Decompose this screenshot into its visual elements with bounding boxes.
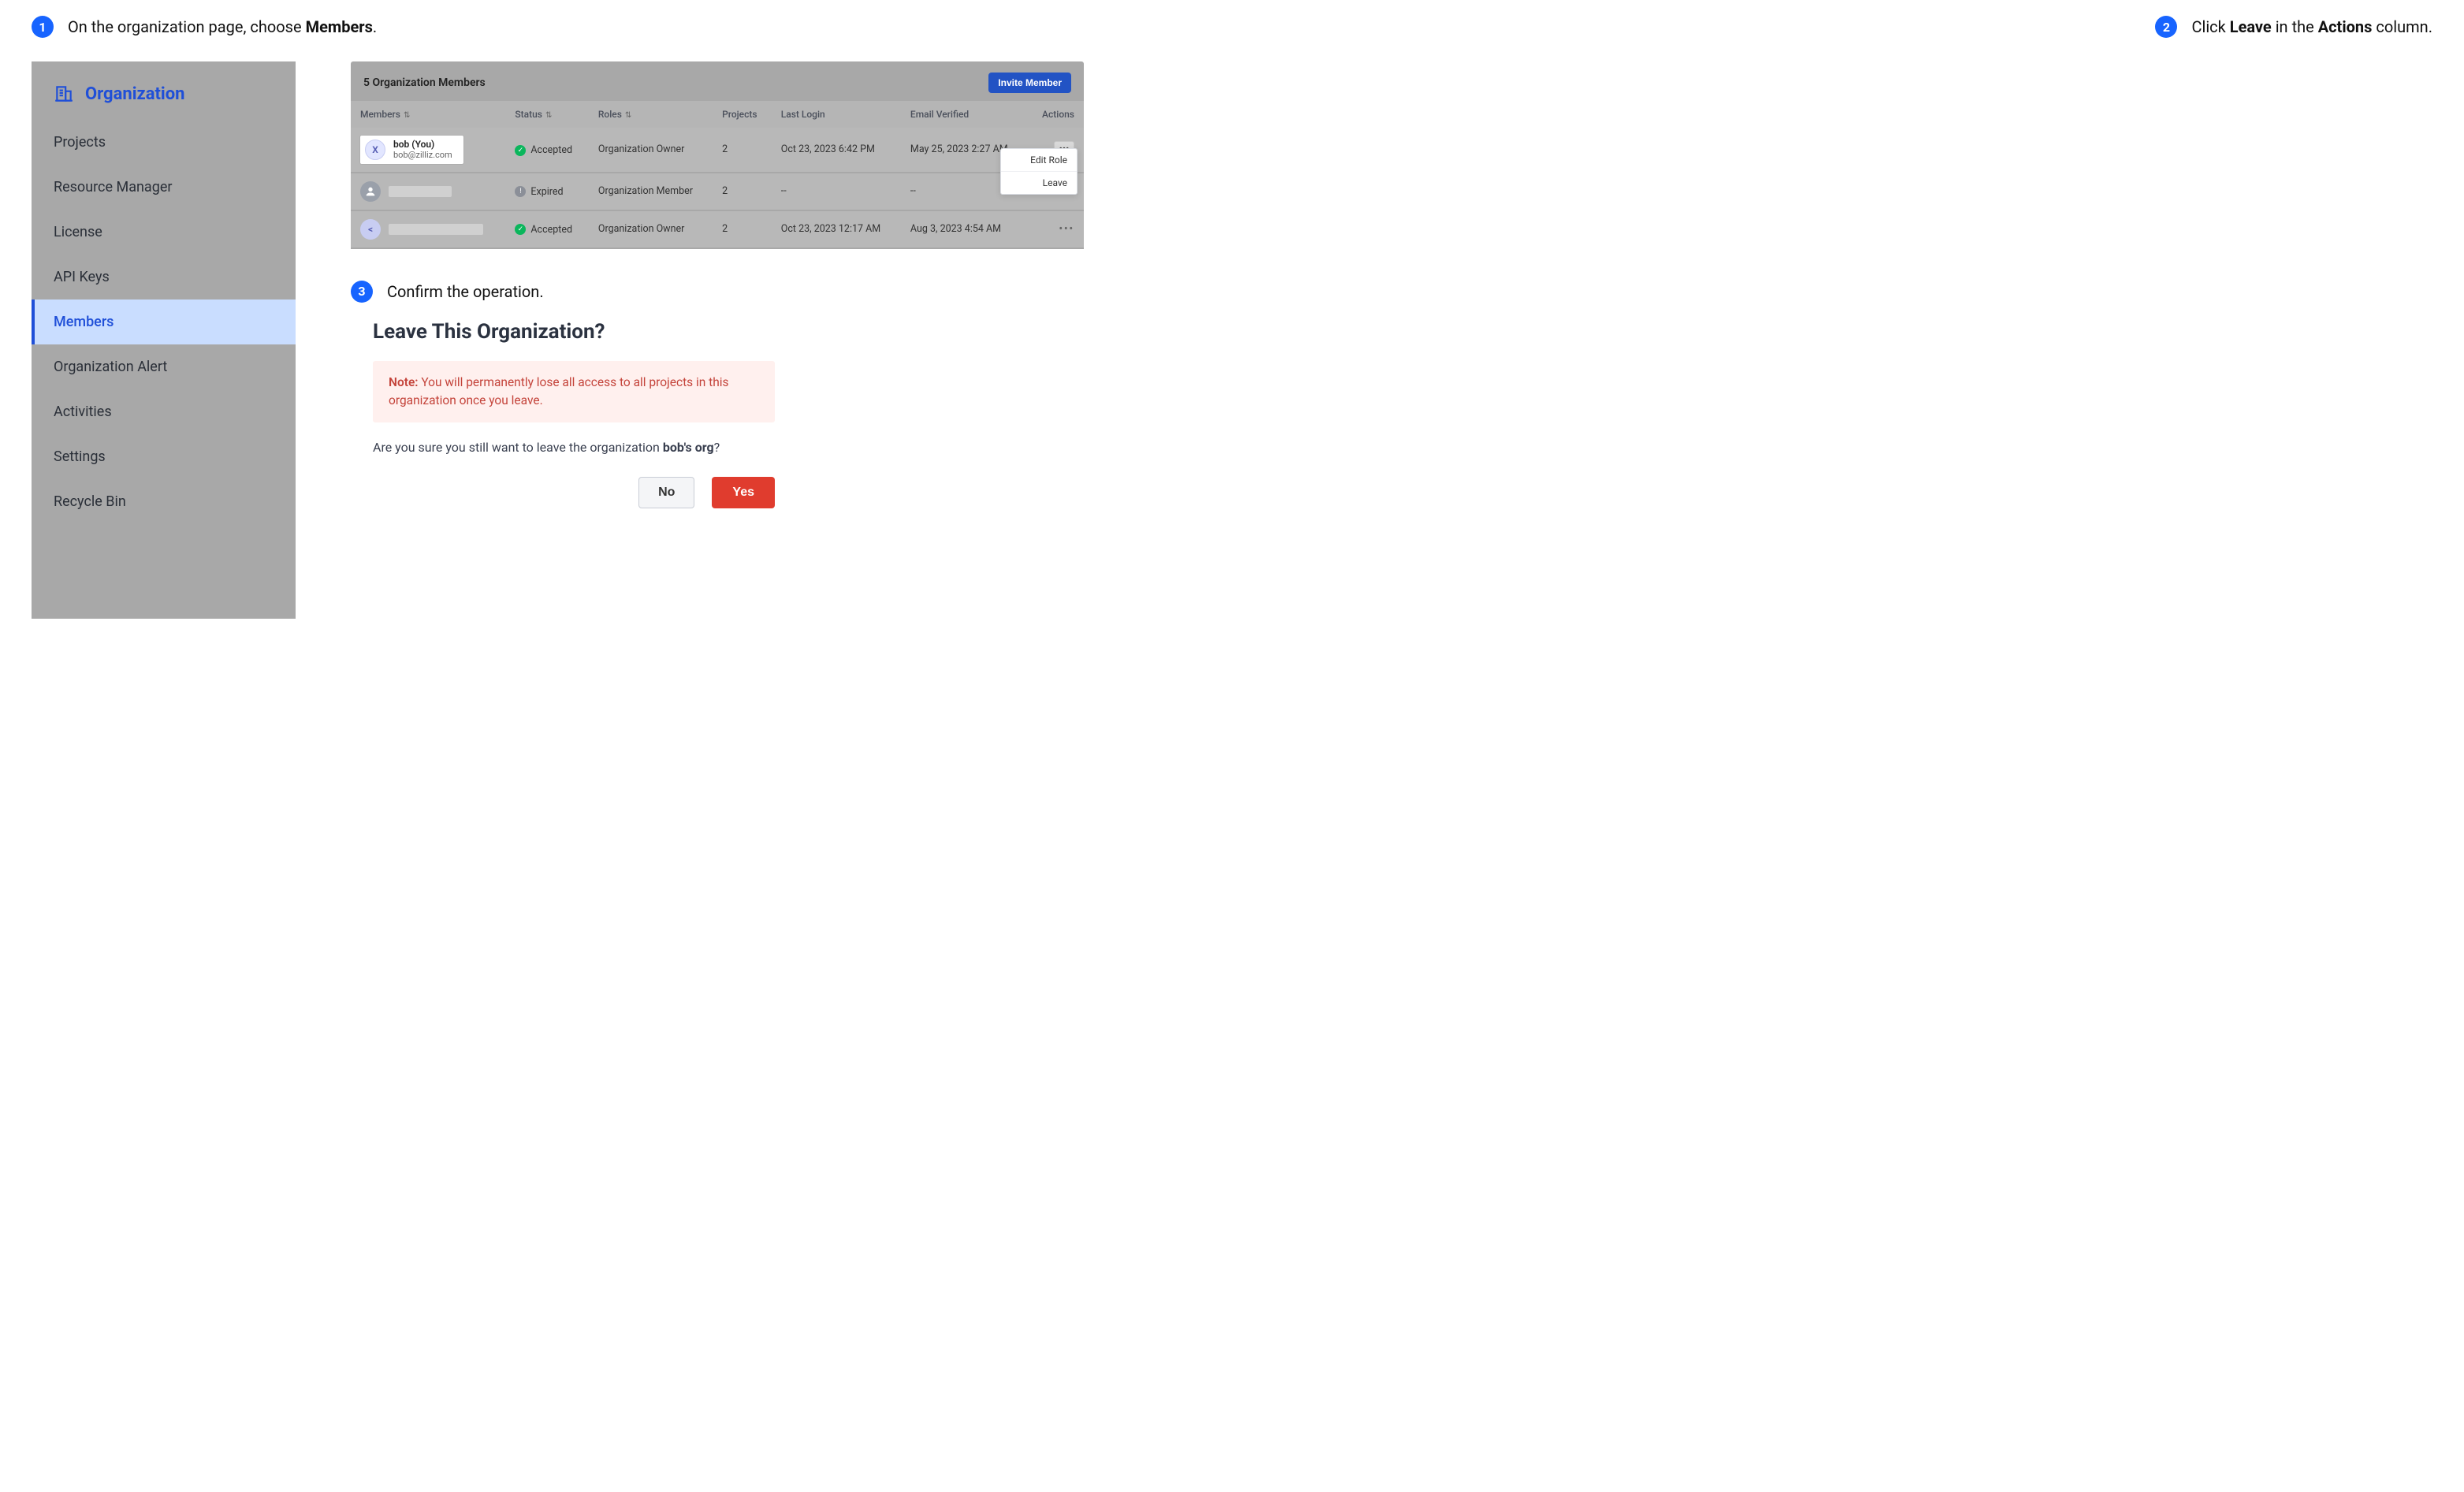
sort-icon: ⇅ xyxy=(404,111,410,120)
sidebar-header: Organization xyxy=(32,61,296,120)
step2-bold1: Leave xyxy=(2230,17,2272,36)
status-badge: ✓ Accepted xyxy=(515,144,572,156)
step2-bold2: Actions xyxy=(2318,17,2373,36)
leave-item[interactable]: Leave xyxy=(1001,172,1077,194)
avatar: X xyxy=(365,140,385,160)
members-panel: 5 Organization Members Invite Member Mem… xyxy=(351,61,1084,249)
step2-pre: Click xyxy=(2191,17,2229,36)
sidebar-item-activities[interactable]: Activities xyxy=(32,389,296,434)
col-email-verified[interactable]: Email Verified xyxy=(901,101,1028,128)
status-badge: ✓ Accepted xyxy=(515,224,572,236)
table-row: X bob (You) bob@zilliz.com ✓ Accepted xyxy=(351,128,1084,173)
status-badge: ! Expired xyxy=(515,186,563,198)
email-verified-cell: Aug 3, 2023 4:54 AM xyxy=(901,210,1028,248)
table-row: ! Expired Organization Member 2 -- -- xyxy=(351,173,1084,210)
organization-icon xyxy=(54,84,74,104)
sort-icon: ⇅ xyxy=(625,111,631,120)
yes-button[interactable]: Yes xyxy=(712,477,775,508)
step2-text: Click Leave in the Actions column. xyxy=(2191,17,2432,36)
check-icon: ✓ xyxy=(515,145,526,156)
sidebar-item-recycle-bin[interactable]: Recycle Bin xyxy=(32,479,296,524)
last-login-cell: -- xyxy=(772,173,901,210)
note-box: Note: You will permanently lose all acce… xyxy=(373,361,775,423)
confirm-pre: Are you sure you still want to leave the… xyxy=(373,440,663,455)
col-members-label: Members xyxy=(360,109,400,120)
person-icon xyxy=(364,185,377,198)
step1-bold: Members xyxy=(306,17,373,36)
projects-cell: 2 xyxy=(713,173,772,210)
role-cell: Organization Owner xyxy=(589,128,713,173)
step3-text: Confirm the operation. xyxy=(387,282,544,301)
avatar xyxy=(360,181,381,202)
step2-post: column. xyxy=(2372,17,2432,36)
sort-icon: ⇅ xyxy=(545,111,552,120)
step3-badge: 3 xyxy=(351,281,373,303)
member-email: bob@zilliz.com xyxy=(393,150,452,160)
step1-pre: On the organization page, choose xyxy=(68,17,306,36)
step2-badge: 2 xyxy=(2155,16,2177,38)
sidebar-item-api-keys[interactable]: API Keys xyxy=(32,255,296,300)
redacted-text xyxy=(389,224,483,235)
col-roles[interactable]: Roles⇅ xyxy=(589,101,713,128)
note-text: You will permanently lose all access to … xyxy=(389,375,729,407)
check-icon: ✓ xyxy=(515,224,526,235)
status-text: Accepted xyxy=(530,224,572,236)
actions-menu-button[interactable]: ••• xyxy=(1059,223,1074,235)
member-name: bob (You) xyxy=(393,139,452,150)
sidebar: Organization ProjectsResource ManagerLic… xyxy=(32,61,296,619)
redacted-text xyxy=(389,186,452,197)
edit-role-item[interactable]: Edit Role xyxy=(1001,149,1077,172)
role-cell: Organization Owner xyxy=(589,210,713,248)
col-actions: Actions xyxy=(1028,101,1084,128)
col-last-login[interactable]: Last Login xyxy=(772,101,901,128)
avatar: < xyxy=(360,219,381,240)
step1-badge: 1 xyxy=(32,16,54,38)
role-cell: Organization Member xyxy=(589,173,713,210)
members-table: Members⇅ Status⇅ Roles⇅ Projects Last Lo… xyxy=(351,101,1084,249)
note-label: Note: xyxy=(389,375,419,389)
sidebar-item-members[interactable]: Members xyxy=(32,300,296,344)
step1-post: . xyxy=(373,17,377,36)
projects-cell: 2 xyxy=(713,210,772,248)
projects-cell: 2 xyxy=(713,128,772,173)
step2-mid: in the xyxy=(2272,17,2318,36)
sidebar-item-organization-alert[interactable]: Organization Alert xyxy=(32,344,296,389)
col-status-label: Status xyxy=(515,109,542,120)
last-login-cell: Oct 23, 2023 6:42 PM xyxy=(772,128,901,173)
invite-member-button[interactable]: Invite Member xyxy=(988,73,1071,93)
col-status[interactable]: Status⇅ xyxy=(505,101,588,128)
col-roles-label: Roles xyxy=(598,109,622,120)
status-text: Accepted xyxy=(530,144,572,156)
sidebar-item-resource-manager[interactable]: Resource Manager xyxy=(32,165,296,210)
sidebar-item-projects[interactable]: Projects xyxy=(32,120,296,165)
dialog-title: Leave This Organization? xyxy=(373,320,2432,344)
sidebar-item-settings[interactable]: Settings xyxy=(32,434,296,479)
no-button[interactable]: No xyxy=(638,477,694,508)
col-members[interactable]: Members ⇅ xyxy=(351,101,505,128)
sidebar-item-license[interactable]: License xyxy=(32,210,296,255)
sidebar-title: Organization xyxy=(85,84,185,104)
leave-dialog: Leave This Organization? Note: You will … xyxy=(351,320,2432,509)
info-icon: ! xyxy=(515,186,526,197)
col-projects[interactable]: Projects xyxy=(713,101,772,128)
confirm-org-name: bob's org xyxy=(663,440,714,455)
actions-menu: Edit Role Leave xyxy=(1000,148,1078,195)
step1-text: On the organization page, choose Members… xyxy=(68,17,377,36)
table-row: < ✓ Accepted Organization Owner 2 xyxy=(351,210,1084,248)
last-login-cell: Oct 23, 2023 12:17 AM xyxy=(772,210,901,248)
confirm-post: ? xyxy=(714,440,720,455)
status-text: Expired xyxy=(530,186,563,198)
confirm-text: Are you sure you still want to leave the… xyxy=(373,440,775,455)
member-cell[interactable]: X bob (You) bob@zilliz.com xyxy=(360,136,463,164)
members-count: 5 Organization Members xyxy=(363,76,486,89)
